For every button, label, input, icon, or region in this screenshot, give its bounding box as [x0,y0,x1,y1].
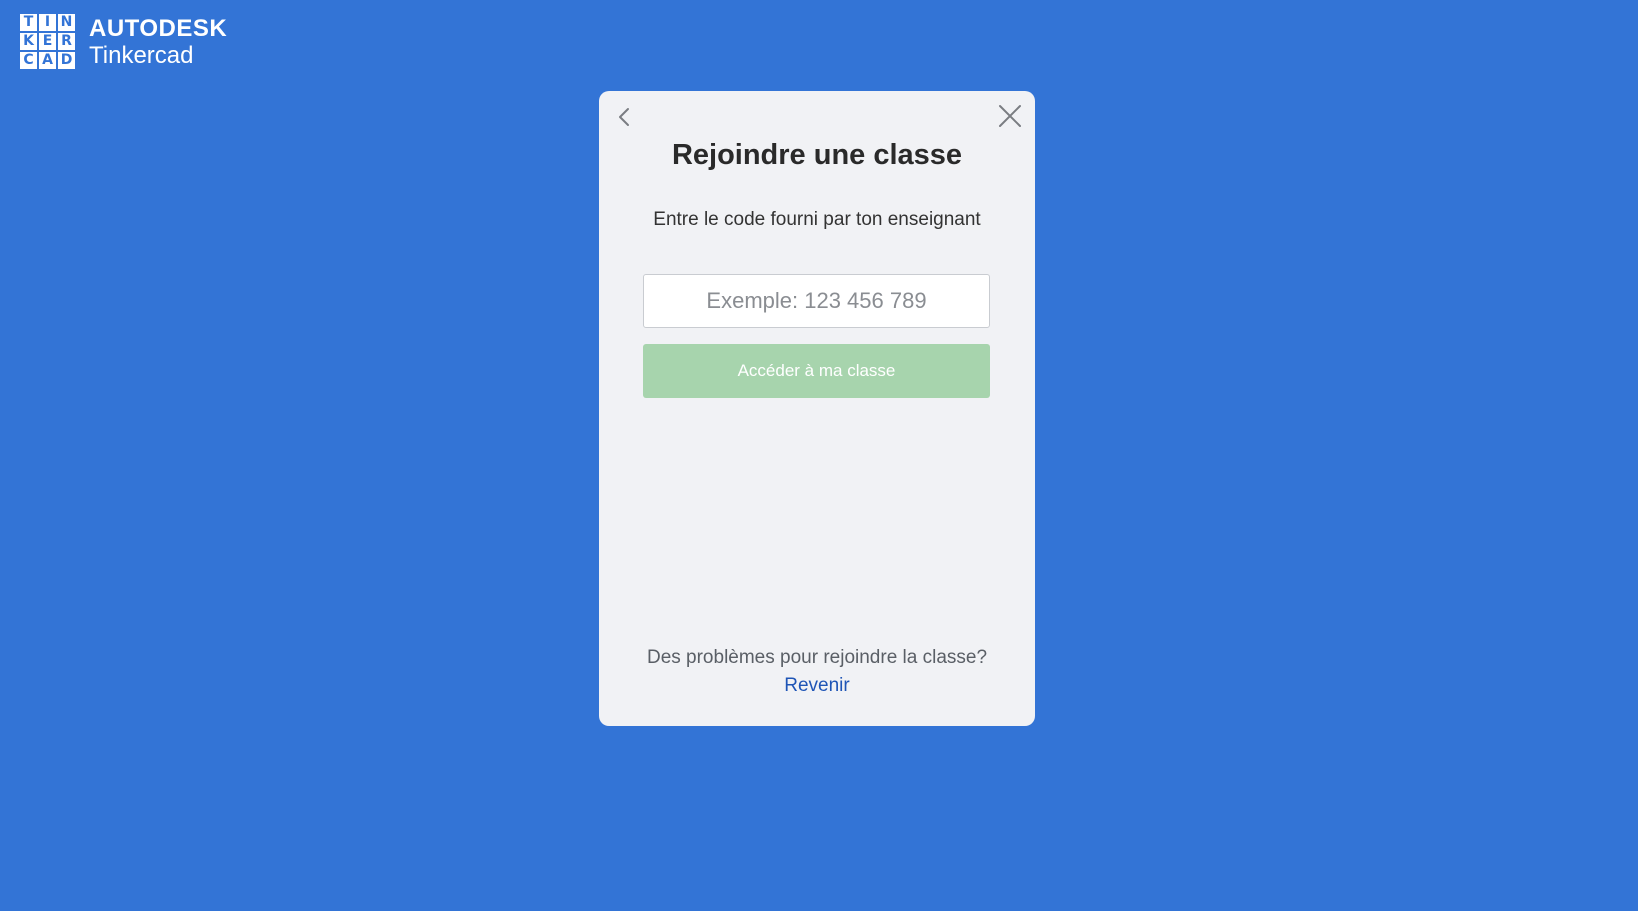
logo-product: Tinkercad [89,42,194,69]
logo-letter: I [39,14,56,31]
logo-letter: C [20,52,37,69]
logo-letter: R [58,33,75,50]
join-class-modal: Rejoindre une classe Entre le code fourn… [599,91,1035,726]
tinkercad-logo-grid: T I N K E R C A D [20,14,75,69]
logo-letter: N [58,14,75,31]
back-button[interactable] [613,105,637,129]
tinkercad-logo[interactable]: T I N K E R C A D AUTODESK Tinkercad [20,14,227,70]
chevron-left-icon [619,108,629,126]
logo-letter: T [20,14,37,31]
logo-letter: E [39,33,56,50]
go-back-link[interactable]: Revenir [599,675,1035,697]
modal-title: Rejoindre une classe [671,139,963,171]
logo-letter: K [20,33,37,50]
close-icon [999,105,1021,127]
logo-wordmark: AUTODESK Tinkercad [89,16,227,70]
class-code-input[interactable] [643,274,990,328]
logo-letter: D [58,52,75,69]
help-text: Des problèmes pour rejoindre la classe? [646,647,988,668]
modal-subtitle: Entre le code fourni par ton enseignant [653,209,981,230]
logo-brand: AUTODESK [89,15,228,42]
join-class-button[interactable]: Accéder à ma classe [643,344,990,398]
logo-letter: A [39,52,56,69]
close-button[interactable] [997,103,1023,129]
